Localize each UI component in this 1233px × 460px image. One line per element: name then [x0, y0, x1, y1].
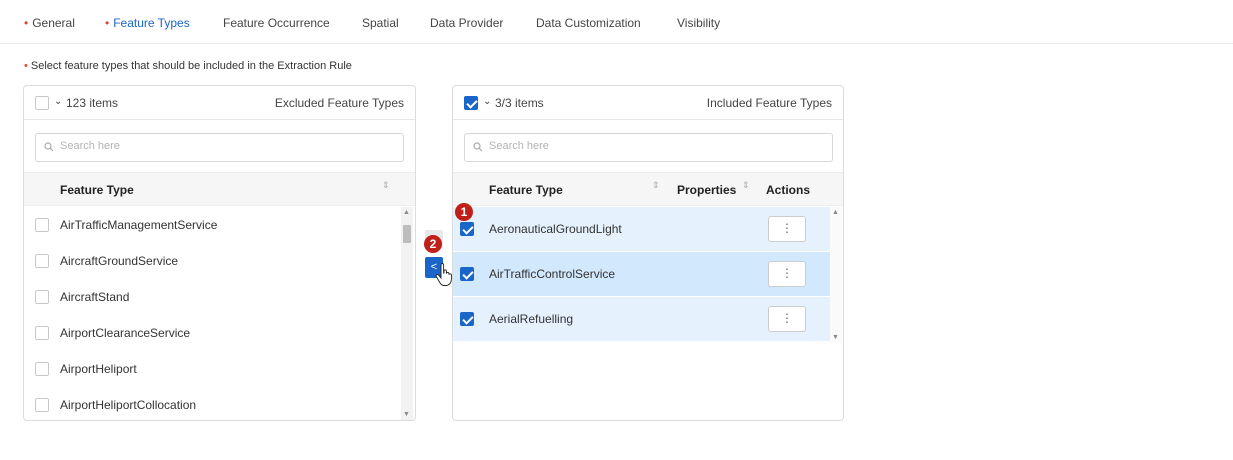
row-label: AeronauticalGroundLight	[489, 222, 622, 236]
panel-header: ⌄ 3/3 items Included Feature Types	[453, 86, 843, 120]
row-checkbox[interactable]	[460, 267, 474, 281]
panel-title: Excluded Feature Types	[274, 96, 404, 110]
sort-icon[interactable]: ⇕	[742, 181, 750, 190]
row-label: AirTrafficManagementService	[60, 218, 218, 232]
tab-feature-occurrence[interactable]: Feature Occurrence	[223, 16, 330, 30]
search-box	[464, 133, 833, 162]
chevron-down-icon[interactable]: ⌄	[54, 96, 62, 107]
table-row[interactable]: AeronauticalGroundLight ⋮	[453, 207, 830, 252]
table-header: Feature Type ⇕ Properties ⇕ Actions	[453, 172, 843, 206]
instruction-text: • Select feature types that should be inc…	[24, 60, 352, 72]
panel-header: ⌄ 123 items Excluded Feature Types	[24, 86, 415, 120]
table-row[interactable]: AirTrafficControlService ⋮	[453, 252, 830, 297]
table-header: Feature Type ⇕	[24, 172, 415, 206]
row-checkbox[interactable]	[35, 362, 49, 376]
step-badge-two: 2	[424, 235, 442, 253]
row-checkbox[interactable]	[35, 290, 49, 304]
search-box	[35, 133, 404, 162]
tab-general[interactable]: • General	[24, 16, 75, 30]
row-checkbox[interactable]	[35, 326, 49, 340]
panel-title: Included Feature Types	[706, 96, 832, 110]
instruction-label: Select feature types that should be incl…	[30, 60, 352, 72]
tab-spatial[interactable]: Spatial	[362, 16, 399, 30]
list-item[interactable]: AircraftGroundService	[24, 243, 401, 279]
more-actions-button[interactable]: ⋮	[768, 216, 806, 242]
scroll-thumb[interactable]	[403, 225, 411, 243]
list-item[interactable]: AirportHeliport	[24, 351, 401, 387]
row-label: AirportHeliport	[60, 362, 137, 376]
row-checkbox[interactable]	[35, 218, 49, 232]
required-marker: •	[105, 16, 110, 30]
more-actions-button[interactable]: ⋮	[768, 261, 806, 287]
search-icon	[44, 142, 54, 152]
list-item[interactable]: AirportHeliportCollocation	[24, 387, 401, 420]
row-checkbox[interactable]	[35, 398, 49, 412]
scroll-down-icon[interactable]: ▼	[832, 334, 839, 341]
row-checkbox[interactable]	[460, 222, 474, 236]
list-item[interactable]: AircraftStand	[24, 279, 401, 315]
select-all-checkbox[interactable]	[35, 96, 49, 110]
row-label: AerialRefuelling	[489, 312, 574, 326]
chevron-down-icon[interactable]: ⌄	[483, 96, 491, 107]
sort-icon[interactable]: ⇕	[652, 181, 660, 190]
search-input[interactable]	[60, 140, 360, 152]
hand-cursor-icon	[435, 263, 452, 286]
search-input[interactable]	[489, 140, 789, 152]
row-checkbox[interactable]	[35, 254, 49, 268]
tab-data-provider[interactable]: Data Provider	[430, 16, 503, 30]
tab-label: General	[32, 16, 75, 30]
tab-visibility[interactable]: Visibility	[677, 16, 720, 30]
scroll-up-icon[interactable]: ▲	[403, 209, 410, 216]
table-row[interactable]: AerialRefuelling ⋮	[453, 297, 830, 342]
row-label: AirportHeliportCollocation	[60, 398, 197, 412]
row-checkbox[interactable]	[460, 312, 474, 326]
excluded-feature-types-panel: ⌄ 123 items Excluded Feature Types Featu…	[23, 85, 416, 421]
row-label: AircraftStand	[60, 290, 130, 304]
required-marker: •	[24, 60, 28, 72]
list-item[interactable]: AirportClearanceService	[24, 315, 401, 351]
row-label: AirTrafficControlService	[489, 267, 616, 281]
list-item[interactable]: AirTrafficManagementService	[24, 207, 401, 243]
column-header-feature-type[interactable]: Feature Type	[489, 183, 563, 197]
sort-icon[interactable]: ⇕	[382, 181, 390, 190]
tab-feature-types[interactable]: • Feature Types	[105, 16, 190, 30]
vertical-scrollbar[interactable]: ▲ ▼	[401, 207, 413, 420]
select-all-checkbox[interactable]	[464, 96, 478, 110]
column-header-properties[interactable]: Properties	[677, 183, 736, 197]
more-actions-button[interactable]: ⋮	[768, 306, 806, 332]
column-header-actions: Actions	[766, 183, 811, 197]
item-count: 3/3 items	[495, 96, 544, 110]
scroll-down-icon[interactable]: ▼	[403, 411, 410, 418]
search-icon	[473, 142, 483, 152]
row-label: AirportClearanceService	[60, 326, 191, 340]
included-feature-types-panel: ⌄ 3/3 items Included Feature Types Featu…	[452, 85, 844, 421]
step-badge-one: 1	[455, 203, 473, 221]
column-header-feature-type[interactable]: Feature Type	[60, 183, 134, 197]
row-label: AircraftGroundService	[60, 254, 179, 268]
scroll-up-icon[interactable]: ▲	[832, 209, 839, 216]
tab-label: Feature Types	[113, 16, 190, 30]
item-count: 123 items	[66, 96, 119, 110]
required-marker: •	[24, 16, 29, 30]
tab-data-customization[interactable]: Data Customization	[536, 16, 641, 30]
tab-bar: • General • Feature Types Feature Occurren…	[0, 0, 1233, 44]
vertical-scrollbar[interactable]: ▲ ▼	[830, 207, 842, 343]
